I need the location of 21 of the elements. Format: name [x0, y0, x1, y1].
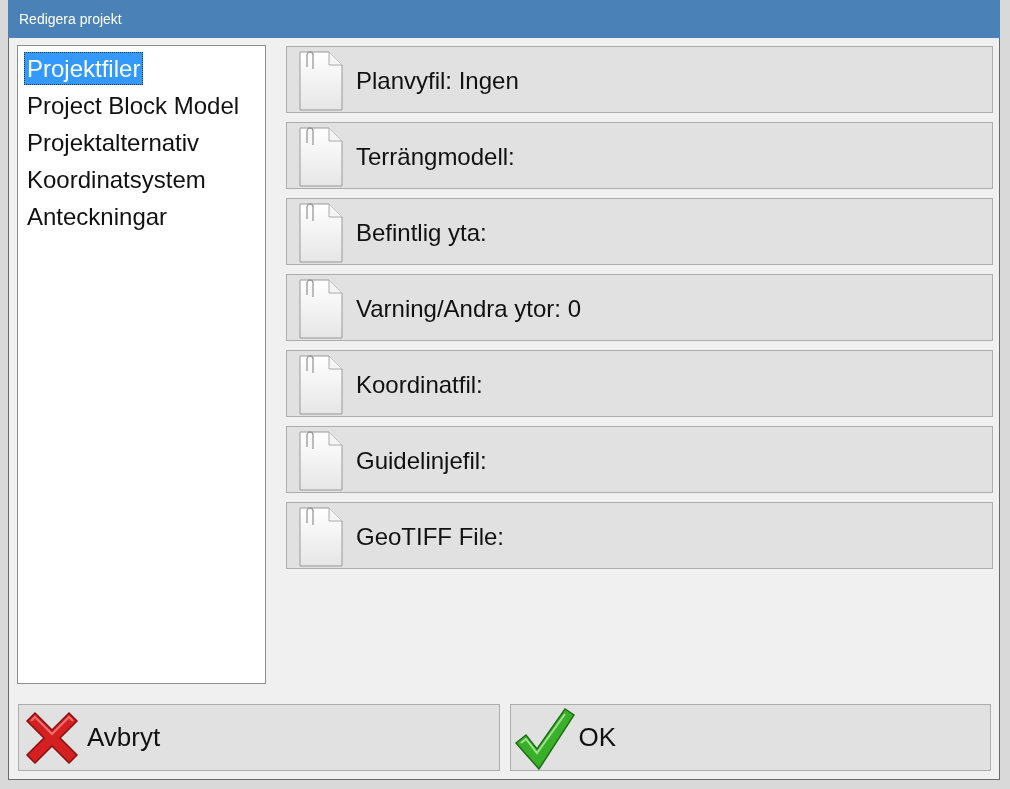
list-item[interactable]: Koordinatsystem [24, 161, 209, 198]
file-button[interactable]: Terrängmodell: [286, 122, 993, 189]
list-item[interactable]: Projektalternativ [24, 124, 203, 161]
file-button[interactable]: Planvyfil: Ingen [286, 46, 993, 113]
list-item[interactable]: Project Block Model [24, 87, 243, 124]
document-icon [299, 126, 343, 187]
document-icon [299, 354, 343, 415]
list-item[interactable]: Anteckningar [24, 198, 171, 235]
file-button[interactable]: Guidelinjefil: [286, 426, 993, 493]
file-button[interactable]: Befintlig yta: [286, 198, 993, 265]
cancel-button[interactable]: Avbryt [18, 704, 500, 771]
file-button[interactable]: Koordinatfil: [286, 350, 993, 417]
document-icon [299, 202, 343, 263]
document-icon [299, 278, 343, 339]
window-title: Redigera projekt [19, 11, 122, 27]
file-button[interactable]: GeoTIFF File: [286, 502, 993, 569]
document-icon [299, 430, 343, 491]
file-button[interactable]: Varning/Andra ytor: 0 [286, 274, 993, 341]
document-icon [299, 506, 343, 567]
document-icon [299, 50, 343, 111]
ok-button[interactable]: OK [509, 704, 991, 771]
